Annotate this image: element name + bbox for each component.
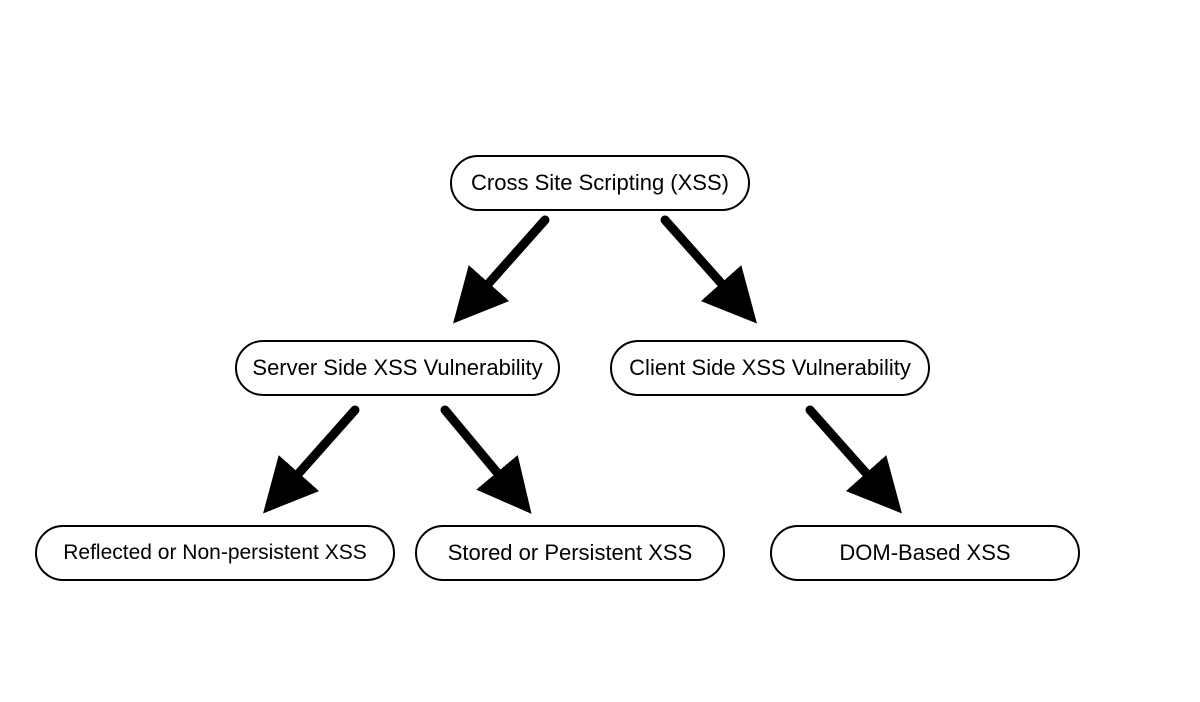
node-client: Client Side XSS Vulnerability xyxy=(610,340,930,396)
node-root-label: Cross Site Scripting (XSS) xyxy=(471,170,729,196)
edge-server-reflected xyxy=(275,410,355,500)
node-reflected: Reflected or Non-persistent XSS xyxy=(35,525,395,581)
node-reflected-label: Reflected or Non-persistent XSS xyxy=(63,541,366,565)
diagram-canvas: Cross Site Scripting (XSS) Server Side X… xyxy=(0,0,1200,702)
node-dom: DOM-Based XSS xyxy=(770,525,1080,581)
node-client-label: Client Side XSS Vulnerability xyxy=(629,355,911,381)
node-server: Server Side XSS Vulnerability xyxy=(235,340,560,396)
edge-root-server xyxy=(465,220,545,310)
node-stored: Stored or Persistent XSS xyxy=(415,525,725,581)
edge-root-client xyxy=(665,220,745,310)
node-stored-label: Stored or Persistent XSS xyxy=(448,540,693,566)
arrows-layer xyxy=(0,0,1200,702)
node-server-label: Server Side XSS Vulnerability xyxy=(252,355,542,381)
edge-server-stored xyxy=(445,410,520,500)
node-root: Cross Site Scripting (XSS) xyxy=(450,155,750,211)
edge-client-dom xyxy=(810,410,890,500)
node-dom-label: DOM-Based XSS xyxy=(839,540,1010,566)
